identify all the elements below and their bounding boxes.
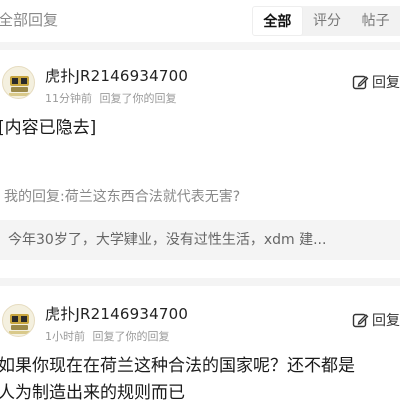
reply-body-line: 如果你现在在荷兰这种合法的国家呢？还不都是 bbox=[0, 356, 355, 376]
reply-item: 虎扑JR2146934700 1小时前 回复了你的回复 回复 如果你现在在荷兰这… bbox=[0, 286, 400, 406]
timestamp: 1小时前 bbox=[45, 330, 85, 343]
action-text: 回复了你的回复 bbox=[92, 330, 170, 343]
edit-reply-icon bbox=[352, 75, 369, 89]
page-title: 全部回复 bbox=[0, 11, 59, 29]
tab-ratings[interactable]: 评分 bbox=[303, 6, 352, 36]
reply-item: 虎扑JR2146934700 11分钟前 回复了你的回复 回复 [内容已隐去] … bbox=[0, 50, 400, 270]
timestamp: 11分钟前 bbox=[45, 92, 92, 105]
reply-meta: 1小时前 回复了你的回复 bbox=[45, 328, 174, 344]
reply-body-line: 人为制造出来的规则而已 bbox=[0, 383, 185, 403]
reply-label: 回复 bbox=[372, 313, 400, 329]
reply-button[interactable]: 回复 bbox=[352, 72, 400, 92]
tab-posts[interactable]: 帖子 bbox=[351, 6, 400, 36]
filter-tabs: 全部 评分 帖子 bbox=[252, 6, 400, 36]
hupu-avatar-icon[interactable] bbox=[2, 66, 35, 99]
reply-label: 回复 bbox=[372, 75, 400, 91]
divider bbox=[0, 278, 400, 286]
username[interactable]: 虎扑JR2146934700 bbox=[45, 65, 188, 86]
top-bar: 全部回复 全部 评分 帖子 bbox=[0, 0, 400, 42]
reply-body-line: [内容已隐去] bbox=[0, 118, 97, 138]
tab-all[interactable]: 全部 bbox=[252, 6, 303, 36]
reply-body: 如果你现在在荷兰这种合法的国家呢？还不都是 人为制造出来的规则而已 bbox=[0, 353, 400, 407]
divider bbox=[0, 42, 400, 50]
reply-meta: 11分钟前 回复了你的回复 bbox=[45, 90, 181, 106]
action-text: 回复了你的回复 bbox=[99, 92, 177, 105]
quoted-post[interactable]: 今年30岁了，大学肄业，没有过性生活，xdm 建... bbox=[0, 220, 400, 260]
username[interactable]: 虎扑JR2146934700 bbox=[45, 303, 188, 324]
my-reply-text[interactable]: 我的回复:荷兰这东西合法就代表无害? bbox=[4, 186, 240, 206]
hupu-avatar-icon[interactable] bbox=[2, 304, 35, 337]
reply-body: [内容已隐去] bbox=[0, 115, 400, 142]
edit-reply-icon bbox=[352, 313, 369, 327]
reply-button[interactable]: 回复 bbox=[352, 310, 400, 330]
